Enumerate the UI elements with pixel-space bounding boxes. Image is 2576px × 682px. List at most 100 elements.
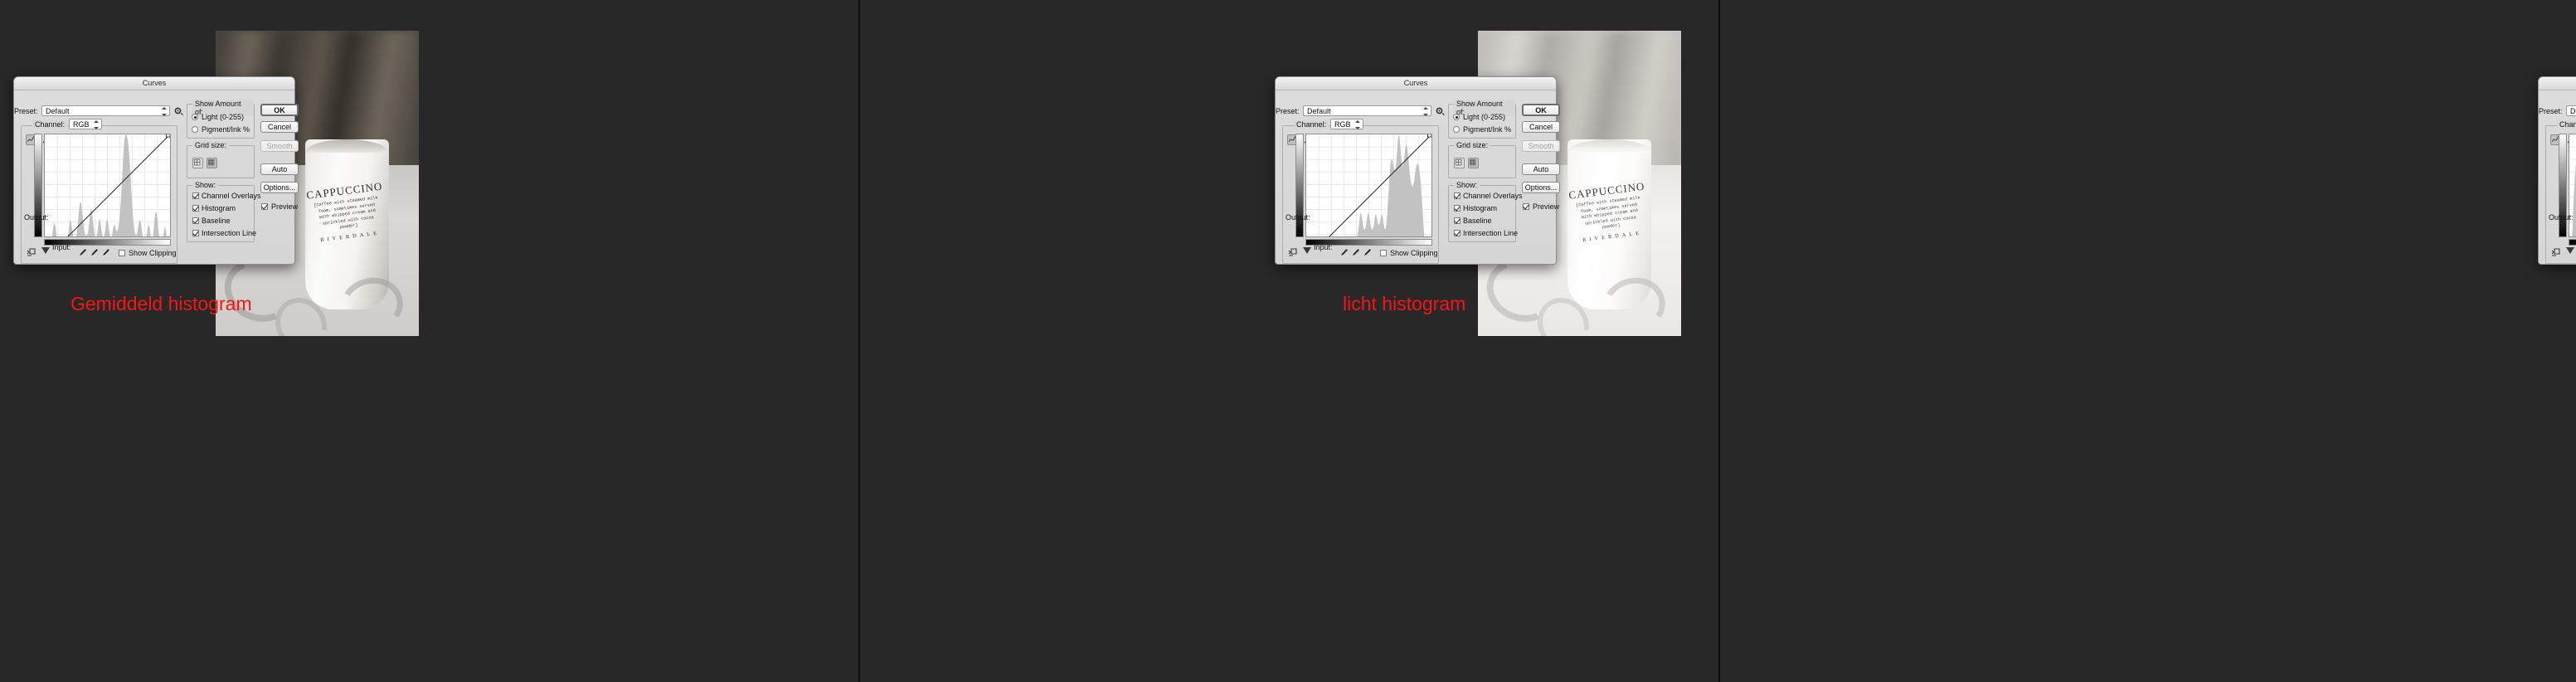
preset-value: Default [1307, 107, 1331, 115]
smooth-button: Smooth [260, 140, 299, 152]
gear-icon[interactable] [173, 106, 183, 116]
curve-grid[interactable] [2569, 134, 2576, 237]
gear-icon[interactable] [1435, 106, 1445, 116]
grid-10x10-icon[interactable] [1468, 158, 1479, 168]
preset-label: Preset: [14, 107, 38, 115]
checkbox-intersection-line[interactable] [192, 230, 199, 236]
options-button[interactable]: Options... [1522, 182, 1560, 193]
panel-average: CAPPUCCINO [Coffee with steamed milk foa… [0, 0, 858, 682]
grid-4x4-icon[interactable] [192, 158, 203, 168]
black-point-marker[interactable] [2566, 247, 2574, 254]
on-image-adjust-hand-icon[interactable] [26, 248, 37, 258]
preset-label: Preset: [1276, 107, 1300, 115]
curve-graph-average[interactable] [34, 134, 173, 254]
channel-value: RGB [73, 120, 90, 129]
caption-light: licht histogram [1343, 293, 1466, 314]
output-label: Output: [2549, 213, 2574, 222]
eyedropper-black-point-icon[interactable] [79, 248, 87, 258]
preset-select[interactable]: Default [2566, 105, 2576, 116]
grid-size-title: Grid size: [1454, 141, 1491, 149]
radio-pigment[interactable] [192, 126, 198, 133]
auto-button[interactable]: Auto [260, 163, 299, 175]
input-gradient-bar [2569, 239, 2576, 246]
on-image-adjust-hand-icon[interactable] [2550, 248, 2562, 258]
input-label: Input: [1314, 243, 1333, 251]
curve-baseline[interactable] [1306, 134, 1431, 237]
input-label: Input: [52, 243, 71, 251]
curve-point-white [166, 134, 170, 138]
output-gradient-bar [1295, 134, 1304, 237]
checkbox-intersection-line[interactable] [1454, 230, 1461, 236]
eyedropper-white-point-icon[interactable] [1363, 248, 1372, 258]
preset-value: Default [2570, 107, 2576, 115]
channel-label: Channel: [32, 120, 68, 129]
checkbox-histogram[interactable] [192, 205, 199, 212]
preview-checkbox[interactable] [261, 203, 268, 210]
preset-select[interactable]: Default [41, 105, 170, 116]
options-button[interactable]: Options... [260, 182, 299, 193]
smooth-button: Smooth [1522, 140, 1560, 152]
label-baseline: Baseline [1463, 217, 1492, 225]
curve-point-white [1427, 134, 1431, 138]
preview-label: Preview [271, 202, 299, 211]
preset-value: Default [46, 107, 70, 115]
show-clipping-label: Show Clipping [129, 249, 177, 257]
eyedropper-white-point-icon[interactable] [102, 248, 110, 258]
radio-light[interactable] [192, 114, 198, 120]
preview-checkbox[interactable] [1523, 203, 1529, 210]
curve-baseline[interactable] [45, 134, 170, 237]
slide-canvas: CAPPUCCINO [Coffee with steamed milk foa… [0, 0, 2576, 682]
ok-button[interactable]: OK [260, 104, 299, 116]
grid-10x10-icon[interactable] [207, 158, 217, 168]
show-clipping-checkbox[interactable] [1380, 250, 1387, 256]
radio-pigment-label: Pigment/Ink % [1463, 125, 1512, 134]
ok-button[interactable]: OK [1522, 104, 1560, 116]
stepper-arrows-icon[interactable] [93, 120, 99, 129]
curves-dialog-average[interactable]: Curves Preset: Default Channel: RGB Outp… [13, 76, 299, 265]
channel-select[interactable]: RGB [1330, 119, 1363, 129]
dialog-title: Curves [14, 77, 294, 90]
dialog-title: Curves [1276, 77, 1556, 90]
stepper-arrows-icon[interactable] [161, 107, 167, 116]
eyedropper-black-point-icon[interactable] [1340, 248, 1349, 258]
checkbox-baseline[interactable] [192, 217, 199, 224]
checkbox-channel-overlays[interactable] [192, 192, 199, 199]
stepper-arrows-icon[interactable] [1354, 120, 1360, 129]
cancel-button[interactable]: Cancel [1522, 121, 1560, 133]
preset-select[interactable]: Default [1303, 105, 1431, 116]
curves-dialog-light[interactable]: Curves Preset: Default Channel: RGB Outp… [1275, 76, 1560, 265]
mug-text-block: CAPPUCCINO [Coffee with steamed milk foa… [1567, 179, 1651, 244]
label-channel-overlays: Channel Overlays [1463, 192, 1523, 200]
black-point-marker[interactable] [41, 247, 50, 254]
black-point-marker[interactable] [1303, 247, 1311, 254]
radio-pigment-label: Pigment/Ink % [202, 125, 250, 134]
checkbox-channel-overlays[interactable] [1454, 192, 1461, 199]
label-histogram: Histogram [1463, 204, 1498, 212]
eyedropper-gray-point-icon[interactable] [90, 248, 99, 258]
grid-size-title: Grid size: [192, 141, 230, 149]
label-intersection-line: Intersection Line [1463, 229, 1519, 237]
label-baseline: Baseline [202, 217, 231, 225]
channel-select[interactable]: RGB [69, 119, 102, 129]
radio-pigment[interactable] [1453, 126, 1460, 133]
panel-divider-1 [858, 0, 860, 682]
show-title: Show: [192, 181, 219, 189]
curve-graph-light[interactable] [1295, 134, 1434, 254]
on-image-adjust-hand-icon[interactable] [1287, 248, 1299, 258]
curve-grid[interactable] [44, 134, 171, 237]
checkbox-baseline[interactable] [1454, 217, 1461, 224]
auto-button[interactable]: Auto [1522, 163, 1560, 175]
radio-light[interactable] [1453, 114, 1460, 120]
grid-4x4-icon[interactable] [1454, 158, 1465, 168]
show-clipping-label: Show Clipping [1390, 249, 1438, 257]
curve-graph-dark[interactable] [2559, 134, 2576, 254]
checkbox-histogram[interactable] [1454, 205, 1461, 212]
curve-baseline[interactable] [2569, 134, 2576, 237]
curves-dialog-dark[interactable]: Curves Preset: Default Channel: RGB [2538, 76, 2576, 265]
stepper-arrows-icon[interactable] [1422, 107, 1428, 116]
preview-label: Preview [1533, 202, 1560, 211]
curve-grid[interactable] [1305, 134, 1432, 237]
cancel-button[interactable]: Cancel [260, 121, 299, 133]
eyedropper-gray-point-icon[interactable] [1352, 248, 1360, 258]
show-clipping-checkbox[interactable] [119, 250, 125, 256]
